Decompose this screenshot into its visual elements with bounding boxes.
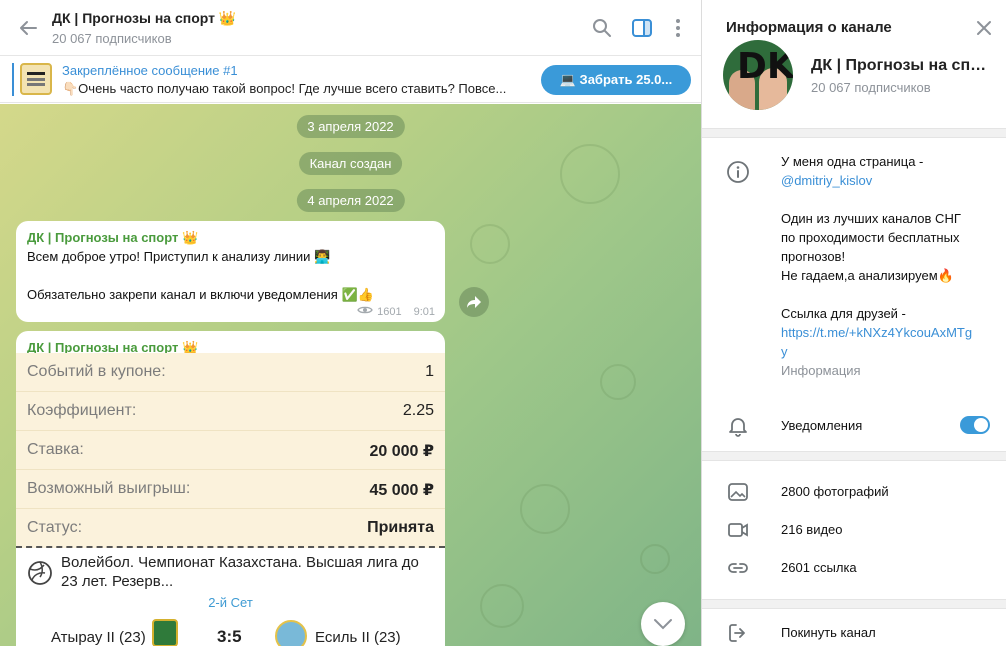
invite-link[interactable]: y bbox=[781, 342, 996, 361]
coupon-value: 20 000 ₽ bbox=[369, 443, 434, 460]
links-count[interactable]: 2601 ссылка bbox=[781, 558, 857, 577]
coupon-row: Статус: Принята bbox=[16, 509, 445, 548]
info-icon bbox=[726, 160, 750, 184]
date-chip: 4 апреля 2022 bbox=[296, 189, 405, 212]
coupon-label: Событий в купоне: bbox=[27, 363, 166, 380]
team1-name: Атырау II (23) bbox=[51, 629, 146, 646]
event-title: Волейбол. Чемпионат Казахстана. Высшая л… bbox=[61, 554, 419, 590]
chat-subscribers: 20 067 подписчиков bbox=[52, 31, 172, 46]
pinned-thumbnail bbox=[20, 63, 52, 95]
close-icon[interactable] bbox=[974, 18, 994, 38]
description-line: Ссылка для друзей - bbox=[781, 306, 906, 321]
coupon-value: 2.25 bbox=[402, 402, 434, 419]
coupon-label: Статус: bbox=[27, 519, 83, 536]
team1-logo-icon bbox=[152, 619, 178, 646]
message-time: 9:01 bbox=[413, 305, 435, 318]
coupon-row: Коэффициент: 2.25 bbox=[16, 392, 445, 431]
volleyball-icon bbox=[27, 560, 53, 586]
pinned-indicator bbox=[12, 63, 14, 96]
invite-link[interactable]: https://t.me/+kNXz4YkcouAxMTg bbox=[781, 323, 996, 342]
date-chip: 3 апреля 2022 bbox=[296, 115, 405, 138]
coupon-value: Принята bbox=[367, 519, 434, 536]
description-line: по проходимости бесплатных bbox=[781, 230, 960, 245]
scroll-down-button[interactable] bbox=[641, 602, 685, 646]
forward-icon[interactable] bbox=[459, 287, 489, 317]
chat-header: ДК | Прогнозы на спорт 👑 20 067 подписчи… bbox=[0, 0, 701, 56]
team2-logo-icon bbox=[275, 620, 307, 646]
notifications-label: Уведомления bbox=[781, 418, 863, 433]
channel-info-panel: Информация о канале DK ДК | Прогнозы на … bbox=[701, 0, 1006, 646]
coupon-row: Ставка: 20 000 ₽ bbox=[16, 431, 445, 470]
coupon-label: Возможный выигрыш: bbox=[27, 480, 191, 497]
more-options-icon[interactable] bbox=[666, 16, 690, 40]
section-divider bbox=[702, 451, 1006, 461]
notifications-toggle[interactable] bbox=[960, 416, 990, 434]
message-author[interactable]: ДК | Прогнозы на спорт 👑 bbox=[27, 230, 434, 246]
leave-icon bbox=[726, 621, 750, 645]
message-text: Обязательно закрепи канал и включи уведо… bbox=[27, 287, 374, 302]
coupon-value: 1 bbox=[425, 363, 434, 380]
bell-icon bbox=[726, 414, 750, 438]
message-bubble[interactable]: ДК | Прогнозы на спорт 👑 Всем доброе утр… bbox=[16, 221, 445, 322]
description-link[interactable]: @dmitriy_kislov bbox=[781, 171, 996, 190]
section-divider bbox=[702, 599, 1006, 609]
message-meta: 1601 9:01 bbox=[357, 305, 435, 318]
coupon-row: Возможный выигрыш: 45 000 ₽ bbox=[16, 470, 445, 509]
views-count: 1601 bbox=[377, 305, 402, 318]
team2-name: Есиль II (23) bbox=[315, 629, 401, 646]
set-label: 2-й Сет bbox=[208, 595, 253, 610]
section-divider bbox=[702, 128, 1006, 138]
channel-name: ДК | Прогнозы на спорт 👑 bbox=[811, 57, 993, 74]
channel-description: У меня одна страница - @dmitriy_kislov О… bbox=[781, 152, 996, 380]
video-icon bbox=[726, 518, 750, 542]
photo-icon bbox=[726, 480, 750, 504]
search-icon[interactable] bbox=[590, 16, 614, 40]
pinned-title: Закреплённое сообщение #1 bbox=[62, 63, 238, 78]
message-bubble[interactable]: ДК | Прогнозы на спорт 👑 Событий в купон… bbox=[16, 331, 445, 646]
coupon-label: Ставка: bbox=[27, 441, 84, 458]
description-line: прогнозов! bbox=[781, 249, 846, 264]
coupon-row: Событий в купоне: 1 bbox=[16, 353, 445, 392]
pinned-action-button[interactable]: 💻 Забрать 25.0... bbox=[541, 65, 691, 95]
back-arrow-icon[interactable] bbox=[16, 16, 40, 40]
description-line: Один из лучших каналов СНГ bbox=[781, 211, 961, 226]
chat-panel: ДК | Прогнозы на спорт 👑 20 067 подписчи… bbox=[0, 0, 701, 646]
description-line: У меня одна страница - bbox=[781, 154, 924, 169]
avatar[interactable]: DK bbox=[723, 40, 793, 110]
chat-title[interactable]: ДК | Прогнозы на спорт 👑 bbox=[52, 10, 236, 27]
videos-count[interactable]: 216 видео bbox=[781, 520, 843, 539]
service-message: Канал создан bbox=[298, 152, 403, 175]
photos-count[interactable]: 2800 фотографий bbox=[781, 482, 889, 501]
sidebar-toggle-icon[interactable] bbox=[630, 16, 654, 40]
info-panel-title: Информация о канале bbox=[726, 19, 892, 36]
channel-subscribers: 20 067 подписчиков bbox=[811, 80, 931, 95]
coupon-value: 45 000 ₽ bbox=[369, 482, 434, 499]
coupon-label: Коэффициент: bbox=[27, 402, 137, 419]
description-caption: Информация bbox=[781, 363, 861, 378]
leave-channel-button[interactable]: Покинуть канал bbox=[781, 623, 876, 642]
pinned-text: 👇🏻Очень часто получаю такой вопрос! Где … bbox=[62, 81, 507, 96]
views-icon bbox=[357, 305, 373, 318]
description-line: Не гадаем,а анализируем🔥 bbox=[781, 268, 954, 283]
match-score: 3:5 bbox=[217, 627, 242, 646]
message-text: Всем доброе утро! Приступил к анализу ли… bbox=[27, 249, 331, 264]
link-icon bbox=[726, 556, 750, 580]
